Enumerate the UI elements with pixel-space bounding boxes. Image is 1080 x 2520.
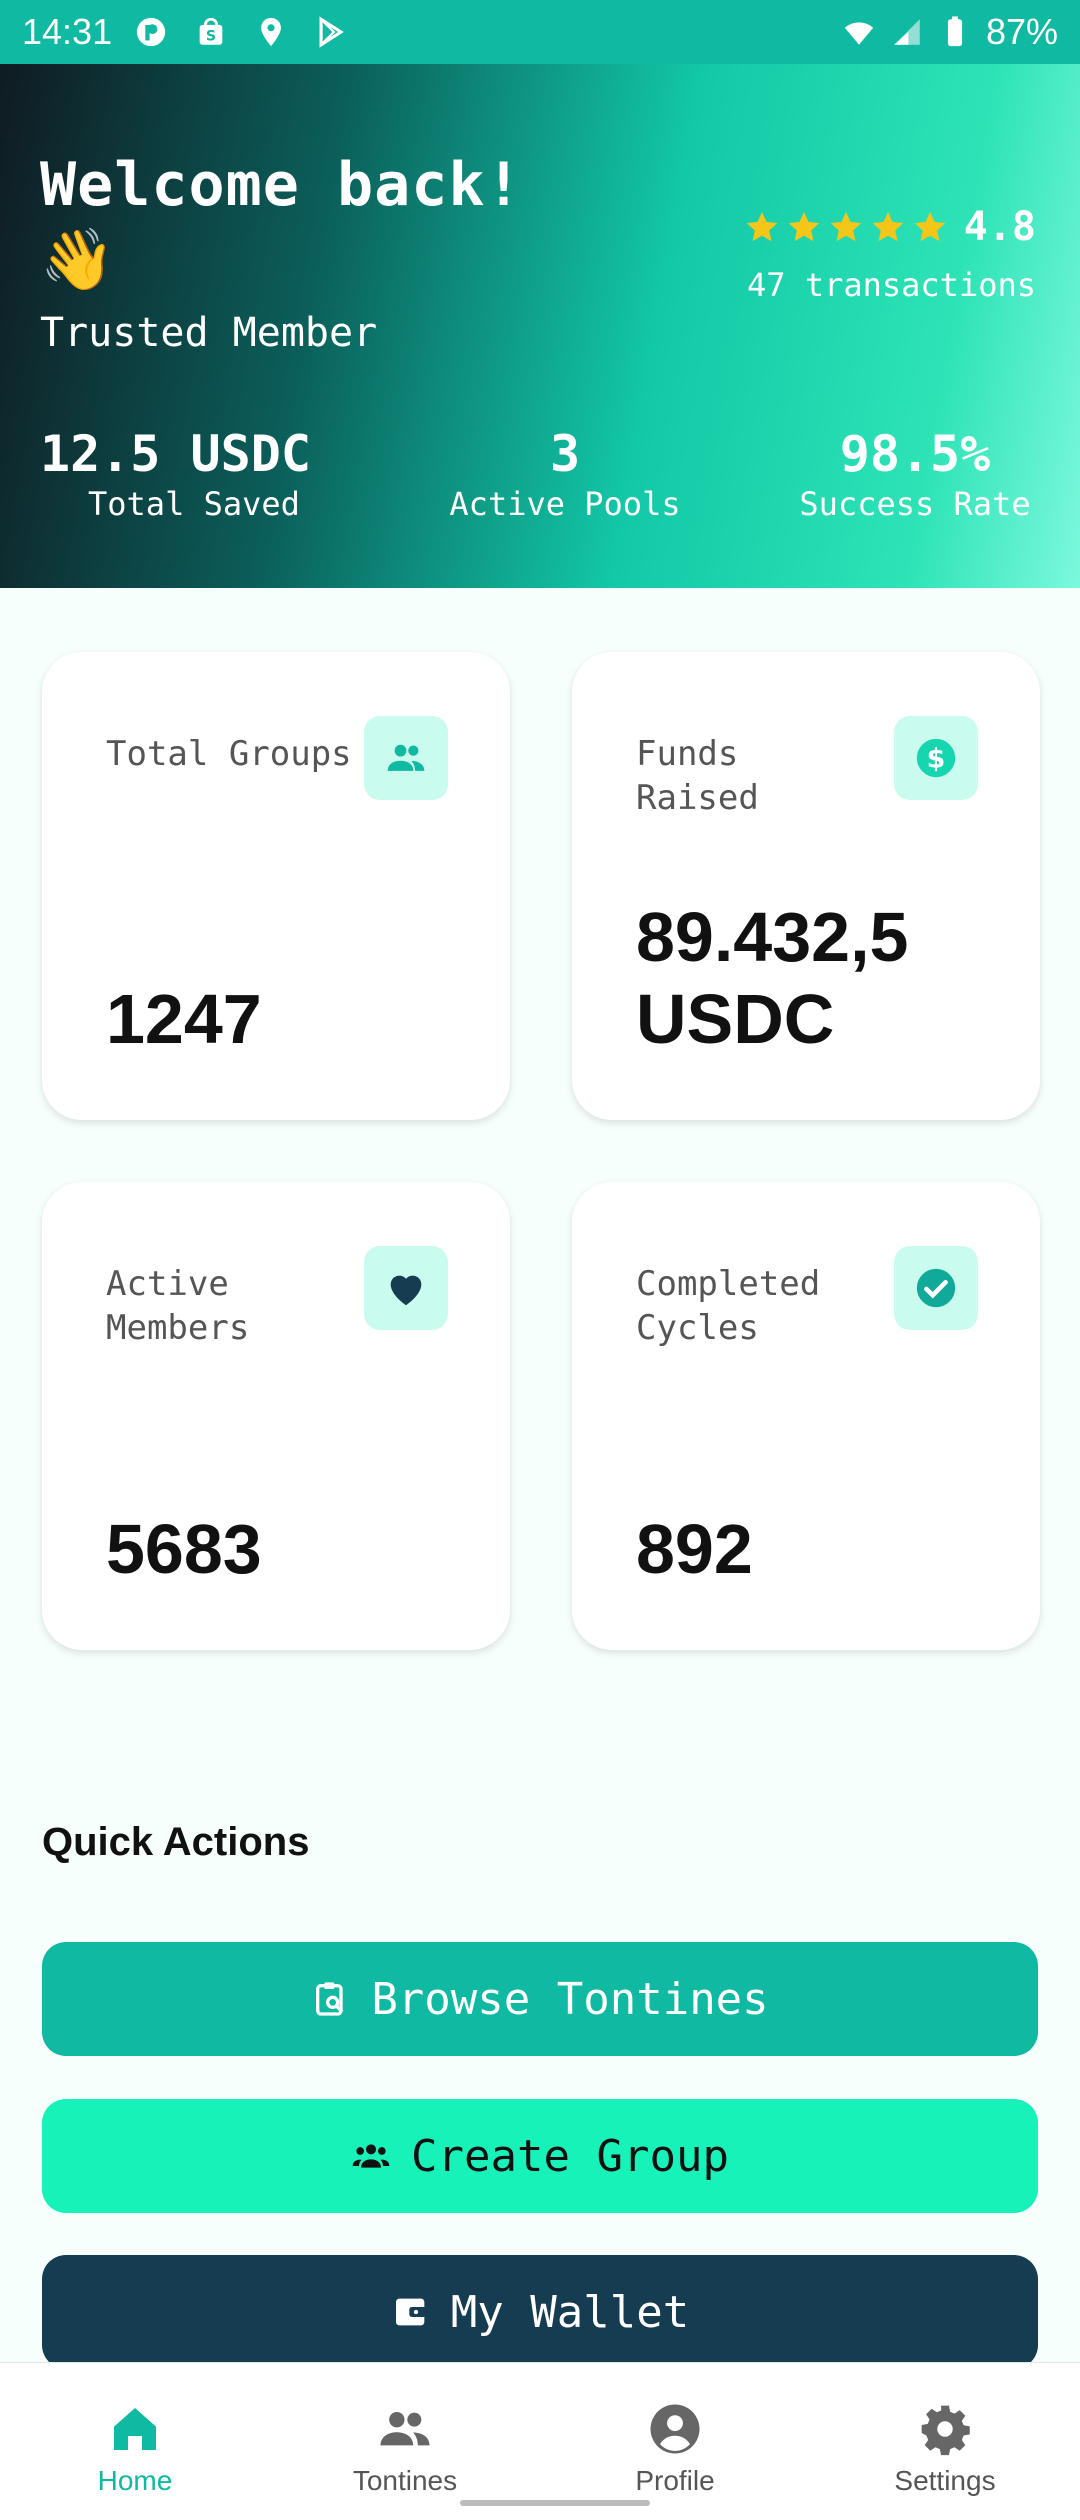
nav-label: Tontines (352, 2465, 458, 2496)
stat-value: 3 (549, 425, 581, 483)
heart-icon (364, 1246, 448, 1330)
group-icon (364, 716, 448, 800)
stat-label: Active Pools (449, 485, 681, 523)
people-icon (380, 2411, 430, 2446)
stat-total-saved: 12.5 USDC Total Saved (40, 424, 380, 524)
battery-icon (947, 16, 963, 47)
quick-actions-title: Quick Actions (42, 1820, 310, 1864)
create-group-button[interactable]: Create Group (42, 2099, 1038, 2213)
wifi-icon (844, 22, 874, 45)
group-icon (352, 2144, 390, 2168)
rating-stars (744, 209, 948, 245)
check-circle-icon (894, 1246, 978, 1330)
stat-label: Success Rate (799, 485, 1031, 523)
nav-label: Settings (894, 2465, 996, 2496)
wallet-icon (395, 2298, 426, 2326)
my-wallet-button[interactable]: My Wallet (42, 2255, 1038, 2369)
home-indicator[interactable] (460, 2500, 650, 2506)
svg-text:$: $ (927, 744, 946, 775)
star-icon (914, 212, 946, 242)
search-doc-icon (316, 1982, 344, 2016)
welcome-title: Welcome back! (40, 150, 523, 220)
profile-icon (650, 2404, 700, 2454)
gear-icon (921, 2405, 970, 2456)
svg-text:S: S (206, 29, 216, 45)
nav-profile[interactable]: Profile (540, 2363, 810, 2520)
shopping-bag-icon: S (199, 17, 223, 45)
card-value: 5683 (106, 1510, 262, 1588)
button-label: Browse Tontines (371, 1973, 769, 2025)
card-label: Total Groups (106, 734, 352, 774)
play-store-icon (319, 16, 344, 48)
nav-label: Profile (635, 2465, 715, 2496)
signal-icon (894, 19, 920, 45)
status-time: 14:31 (22, 11, 113, 52)
transactions-count: 47 transactions (747, 266, 1036, 304)
welcome-hero: Welcome back! 👋 Trusted Member 4.8 47 tr… (0, 64, 1080, 588)
card-value: 1247 (106, 980, 262, 1058)
star-icon (830, 212, 862, 242)
location-pin-icon (261, 17, 282, 47)
stat-value: 12.5 USDC (40, 425, 311, 483)
bottom-nav: Home Tontines Profile Settings (0, 2362, 1080, 2520)
star-icon (788, 212, 820, 242)
battery-percent: 87% (985, 11, 1058, 52)
home-icon (114, 2408, 156, 2450)
browse-tontines-button[interactable]: Browse Tontines (42, 1942, 1038, 2056)
card-total-groups[interactable]: Total Groups 1247 (42, 652, 510, 1120)
status-bar: 14:31 S 87% (0, 0, 1080, 64)
star-icon (746, 212, 778, 242)
card-label: Active Members (106, 1264, 250, 1348)
stat-value: 98.5% (839, 425, 991, 483)
card-value: 892 (636, 1510, 753, 1588)
stat-label: Total Saved (88, 485, 300, 523)
card-active-members[interactable]: Active Members 5683 (42, 1182, 510, 1650)
button-label: My Wallet (450, 2286, 690, 2338)
button-label: Create Group (411, 2130, 729, 2182)
star-icon (872, 212, 904, 242)
nav-tontines[interactable]: Tontines (270, 2363, 540, 2520)
rating: 4.8 (744, 204, 1036, 250)
wave-emoji: 👋 (40, 225, 115, 295)
stat-active-pools: 3 Active Pools (430, 424, 700, 524)
card-value: 89.432,5 USDC (636, 898, 909, 1058)
card-completed-cycles[interactable]: Completed Cycles 892 (572, 1182, 1040, 1650)
card-funds-raised[interactable]: Funds Raised $ 89.432,5 USDC (572, 652, 1040, 1120)
nav-home[interactable]: Home (0, 2363, 270, 2520)
card-label: Completed Cycles (636, 1264, 821, 1348)
nav-settings[interactable]: Settings (810, 2363, 1080, 2520)
app-notification-icon (136, 17, 166, 47)
stat-success-rate: 98.5% Success Rate (790, 424, 1040, 524)
rating-value: 4.8 (963, 204, 1036, 250)
member-status: Trusted Member (40, 310, 378, 356)
card-label: Funds Raised (636, 734, 759, 818)
nav-label: Home (97, 2465, 173, 2496)
dollar-icon: $ (894, 716, 978, 800)
